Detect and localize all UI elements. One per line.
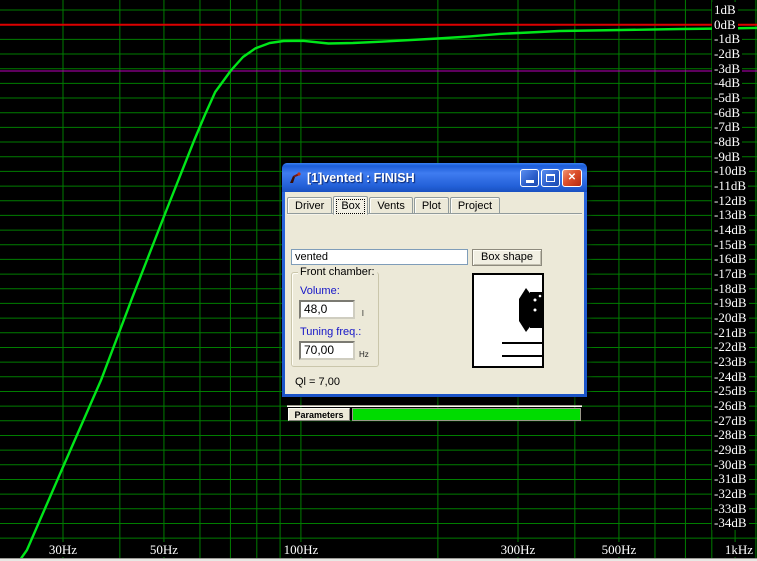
close-button[interactable]: ✕	[562, 168, 582, 187]
app-root: 1dB 0dB -1dB -2dB -3dB -4dB -5dB -6dB -7dB -8dB -9…	[0, 0, 757, 561]
minimize-icon	[525, 180, 534, 183]
tab-project[interactable]: Project	[449, 197, 501, 214]
box-name-input[interactable]: vented	[291, 249, 468, 265]
tab-box[interactable]: Box	[333, 196, 369, 215]
db-axis-label: -13dB	[712, 207, 749, 223]
db-axis-label: -4dB	[712, 75, 742, 91]
db-axis-label: 1dB	[712, 2, 738, 18]
front-chamber-legend: Front chamber:	[298, 266, 377, 279]
db-axis-label: -19dB	[712, 295, 749, 311]
freq-axis-label: 300Hz	[498, 542, 538, 557]
tab-vents[interactable]: Vents	[369, 197, 413, 214]
db-axis-label: -31dB	[712, 471, 749, 487]
freq-axis-label: 100Hz	[281, 542, 321, 557]
db-axis-label: -32dB	[712, 486, 749, 502]
db-axis-label: -8dB	[712, 134, 742, 150]
db-axis-label: -14dB	[712, 222, 749, 238]
box-shape-button[interactable]: Box shape	[472, 249, 542, 266]
dialog-titlebar[interactable]: [1]vented : FINISH ✕	[282, 163, 587, 192]
db-axis-label: 0dB	[712, 16, 738, 32]
db-axis-label: -1dB	[712, 31, 742, 47]
db-axis-label: -23dB	[712, 354, 749, 370]
db-axis-label: -25dB	[712, 383, 749, 399]
db-axis-label: -28dB	[712, 427, 749, 443]
tuning-freq-unit: Hz	[359, 350, 369, 359]
freq-axis-label: 50Hz	[147, 542, 181, 557]
volume-label: Volume:	[300, 285, 340, 297]
db-axis-label: -33dB	[712, 500, 749, 516]
db-axis-label: -10dB	[712, 163, 749, 179]
tab-strip: Driver Box Vents Plot Project	[287, 195, 501, 215]
db-axis-label: -30dB	[712, 456, 749, 472]
box-shape-drawing	[472, 273, 544, 368]
db-axis-label: -16dB	[712, 251, 749, 267]
db-axis-label: -9dB	[712, 148, 742, 164]
db-axis-label: -18dB	[712, 280, 749, 296]
status-bar: Parameters	[288, 408, 581, 421]
speaker-driver-icon	[519, 288, 542, 332]
status-divider	[287, 405, 582, 407]
freq-axis-label: 30Hz	[46, 542, 80, 557]
volume-input[interactable]: 48,0	[299, 300, 355, 319]
db-axis-label: -27dB	[712, 412, 749, 428]
tuning-freq-input[interactable]: 70,00	[299, 341, 355, 360]
db-axis-label: -12dB	[712, 192, 749, 208]
app-icon	[290, 171, 301, 183]
maximize-button[interactable]	[541, 168, 560, 187]
db-axis-label: -24dB	[712, 368, 749, 384]
tab-plot[interactable]: Plot	[413, 197, 449, 214]
vent-port-line	[502, 355, 542, 357]
db-axis-label: -7dB	[712, 119, 742, 135]
vent-port-line	[502, 342, 542, 344]
minimize-button[interactable]	[520, 168, 539, 187]
ql-value-text: Ql = 7,00	[295, 376, 340, 388]
db-axis-label: -5dB	[712, 90, 742, 106]
db-axis-label: -15dB	[712, 236, 749, 252]
db-axis-label: -11dB	[712, 178, 749, 194]
db-axis-label: -34dB	[712, 515, 749, 531]
db-axis-label: -3dB	[712, 60, 742, 76]
db-axis-label: -6dB	[712, 104, 742, 120]
dialog-client-area: Driver Box Vents Plot Project vented Box…	[285, 192, 584, 421]
freq-axis-label: 1kHz	[722, 542, 755, 557]
db-axis-label: -20dB	[712, 310, 749, 326]
maximize-icon	[546, 173, 555, 182]
vented-box-dialog: [1]vented : FINISH ✕ Driver Box Vents Pl…	[282, 163, 587, 421]
progress-bar	[352, 408, 581, 421]
db-axis-label: -26dB	[712, 398, 749, 414]
db-axis-label: -2dB	[712, 46, 742, 62]
tab-driver[interactable]: Driver	[287, 197, 333, 214]
db-axis-label: -17dB	[712, 266, 749, 282]
front-chamber-group: Front chamber: Volume: 48,0 l Tuning fre…	[291, 266, 379, 367]
volume-unit: l	[362, 309, 364, 318]
db-axis-label: -22dB	[712, 339, 749, 355]
close-icon: ✕	[567, 172, 577, 183]
dialog-title: [1]vented : FINISH	[307, 170, 415, 185]
db-axis-label: -21dB	[712, 324, 749, 340]
tuning-freq-label: Tuning freq.:	[300, 326, 362, 338]
db-axis-label: -29dB	[712, 442, 749, 458]
tab-panel-top-edge	[287, 213, 582, 215]
parameters-button[interactable]: Parameters	[288, 408, 350, 421]
freq-axis-label: 500Hz	[599, 542, 639, 557]
tab-focus-rectangle	[336, 199, 366, 214]
